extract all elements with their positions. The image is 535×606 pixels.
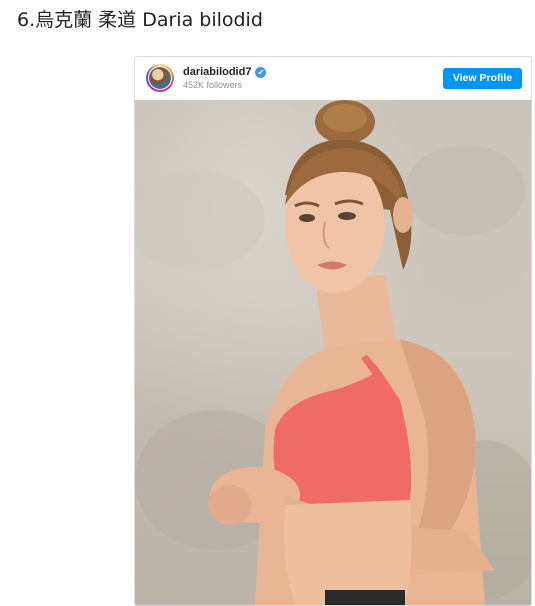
avatar[interactable] — [146, 64, 174, 92]
post-photo[interactable] — [135, 100, 531, 605]
verified-badge-icon: ✔ — [255, 66, 267, 78]
embed-header: dariabilodid7 ✔ 452K followers View Prof… — [135, 57, 531, 100]
username-link[interactable]: dariabilodid7 — [183, 66, 251, 78]
avatar-image — [149, 67, 171, 89]
followers-count: 452K followers — [183, 80, 243, 90]
photo-illustration — [135, 100, 531, 605]
avatar-border — [148, 66, 172, 90]
instagram-embed: dariabilodid7 ✔ 452K followers View Prof… — [134, 56, 532, 606]
view-profile-button[interactable]: View Profile — [443, 68, 522, 89]
username-row: dariabilodid7 ✔ — [183, 66, 267, 78]
article-heading: 6.烏克蘭 柔道 Daria bilodid — [17, 9, 263, 31]
